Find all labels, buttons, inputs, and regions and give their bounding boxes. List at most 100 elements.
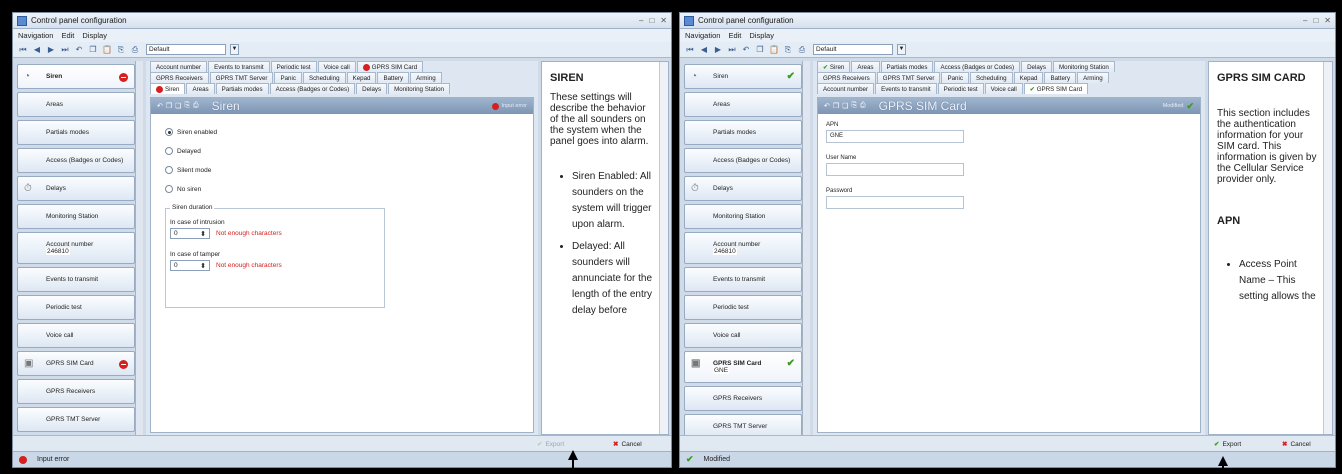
close-icon[interactable]: ✕	[1324, 16, 1331, 25]
import-icon[interactable]: ⎘	[116, 45, 126, 55]
cancel-button[interactable]: ✖ Cancel	[1278, 438, 1315, 450]
paste-icon[interactable]: 📋	[769, 45, 779, 55]
sidebar-item-delays[interactable]: ⏱ Delays	[17, 176, 135, 201]
menu-edit[interactable]: Edit	[728, 31, 741, 40]
menu-navigation[interactable]: Navigation	[18, 31, 53, 40]
sidebar-item-areas[interactable]: Areas	[17, 92, 135, 117]
intrusion-stepper[interactable]: 0 ⬍	[170, 228, 210, 239]
sidebar-item-events[interactable]: Events to transmit	[17, 267, 135, 292]
last-icon[interactable]: ⏭	[727, 45, 737, 55]
export-button[interactable]: ✔ Export	[1210, 438, 1245, 450]
sidebar-item-gprs-receivers[interactable]: GPRS Receivers	[17, 379, 135, 404]
sidebar-item-monitoring-station[interactable]: Monitoring Station	[17, 204, 135, 229]
tab-monitoring-station[interactable]: Monitoring Station	[1053, 61, 1115, 72]
tab-panic[interactable]: Panic	[274, 72, 302, 83]
tab-arming[interactable]: Arming	[410, 72, 442, 83]
spinner-icon[interactable]: ⬍	[200, 262, 206, 270]
password-input[interactable]	[826, 196, 964, 209]
tab-gprs-tmt[interactable]: GPRS TMT Server	[209, 72, 274, 83]
close-icon[interactable]: ✕	[660, 16, 667, 25]
tab-periodic-test[interactable]: Periodic test	[937, 83, 984, 94]
paste-icon[interactable]: ❏	[842, 102, 848, 110]
tab-arming[interactable]: Arming	[1077, 72, 1109, 83]
undo-icon[interactable]: ↶	[741, 45, 751, 55]
sidebar-item-voice-call[interactable]: Voice call	[17, 323, 135, 348]
maximize-icon[interactable]: □	[649, 16, 654, 25]
tab-siren[interactable]: ✔ Siren	[817, 61, 851, 72]
paste-icon[interactable]: ❏	[175, 102, 181, 110]
sidebar-item-siren[interactable]: ◔ Siren ✔	[684, 64, 802, 89]
tab-partials-modes[interactable]: Partials modes	[215, 83, 269, 94]
tab-partials-modes[interactable]: Partials modes	[880, 61, 934, 72]
undo-icon[interactable]: ↶	[157, 102, 163, 110]
tab-battery[interactable]: Battery	[377, 72, 410, 83]
tab-kepad[interactable]: Kepad	[346, 72, 377, 83]
profile-select[interactable]: Default	[146, 44, 226, 55]
tab-areas[interactable]: Areas	[851, 61, 880, 72]
undo-icon[interactable]: ↶	[824, 102, 830, 110]
radio-silent-mode[interactable]: Silent mode	[165, 166, 217, 174]
sidebar-scrollbar[interactable]	[802, 61, 810, 435]
tab-battery[interactable]: Battery	[1044, 72, 1077, 83]
tab-account-number[interactable]: Account number	[817, 83, 875, 94]
tab-gprs-sim[interactable]: GPRS SIM Card	[356, 61, 424, 72]
sidebar-item-gprs-receivers[interactable]: GPRS Receivers	[684, 386, 802, 411]
sidebar-item-account-number[interactable]: Account number 246810	[17, 232, 135, 264]
user-name-input[interactable]	[826, 163, 964, 176]
help-scrollbar[interactable]	[1323, 62, 1332, 434]
paste-icon[interactable]: 📋	[102, 45, 112, 55]
sidebar-item-monitoring-station[interactable]: Monitoring Station	[684, 204, 802, 229]
sidebar-item-account-number[interactable]: Account number 246810	[684, 232, 802, 264]
tab-panic[interactable]: Panic	[941, 72, 969, 83]
sidebar-item-access[interactable]: Access (Badges or Codes)	[17, 148, 135, 173]
sidebar-item-areas[interactable]: Areas	[684, 92, 802, 117]
minimize-icon[interactable]: –	[1303, 16, 1307, 25]
last-icon[interactable]: ⏭	[60, 45, 70, 55]
tamper-stepper[interactable]: 0 ⬍	[170, 260, 210, 271]
radio-siren-enabled[interactable]: Siren enabled	[165, 128, 217, 136]
tab-gprs-receivers[interactable]: GPRS Receivers	[817, 72, 876, 83]
menu-edit[interactable]: Edit	[61, 31, 74, 40]
chevron-down-icon[interactable]: ▼	[897, 44, 906, 55]
first-icon[interactable]: ⏮	[685, 45, 695, 55]
spinner-icon[interactable]: ⬍	[200, 230, 206, 238]
tab-delays[interactable]: Delays	[1021, 61, 1052, 72]
import-icon[interactable]: ⎘	[783, 45, 793, 55]
radio-delayed[interactable]: Delayed	[165, 147, 217, 155]
sidebar-item-gprs-tmt[interactable]: GPRS TMT Server	[684, 414, 802, 435]
cancel-button[interactable]: ✖ Cancel	[609, 438, 646, 450]
first-icon[interactable]: ⏮	[18, 45, 28, 55]
tab-periodic-test[interactable]: Periodic test	[270, 61, 317, 72]
sidebar-item-events[interactable]: Events to transmit	[684, 267, 802, 292]
tab-kepad[interactable]: Kepad	[1013, 72, 1044, 83]
export-icon[interactable]: ⎙	[860, 102, 866, 110]
next-icon[interactable]: ▶	[713, 45, 723, 55]
menu-navigation[interactable]: Navigation	[685, 31, 720, 40]
undo-icon[interactable]: ↶	[74, 45, 84, 55]
menu-display[interactable]: Display	[749, 31, 774, 40]
tab-delays[interactable]: Delays	[356, 83, 388, 94]
radio-no-siren[interactable]: No siren	[165, 185, 217, 193]
copy-icon[interactable]: ❐	[166, 102, 172, 110]
minimize-icon[interactable]: –	[639, 16, 643, 25]
tab-voice-call[interactable]: Voice call	[984, 83, 1023, 94]
export-button[interactable]: ✔ Export	[533, 438, 568, 450]
copy-icon[interactable]: ❐	[755, 45, 765, 55]
tab-access[interactable]: Access (Badges or Codes)	[934, 61, 1021, 72]
sidebar-item-partials-modes[interactable]: Partials modes	[17, 120, 135, 145]
sidebar-item-siren[interactable]: ◔ Siren	[17, 64, 135, 89]
export-icon[interactable]: ⎙	[797, 45, 807, 55]
tab-siren[interactable]: Siren	[150, 83, 186, 94]
sidebar-item-periodic-test[interactable]: Periodic test	[17, 295, 135, 320]
sidebar-item-gprs-sim[interactable]: ▣ GPRS SIM Card	[17, 351, 135, 376]
export-icon[interactable]: ⎙	[130, 45, 140, 55]
tab-gprs-receivers[interactable]: GPRS Receivers	[150, 72, 209, 83]
sidebar-scrollbar[interactable]	[135, 61, 143, 435]
maximize-icon[interactable]: □	[1313, 16, 1318, 25]
prev-icon[interactable]: ◀	[699, 45, 709, 55]
prev-icon[interactable]: ◀	[32, 45, 42, 55]
tab-access[interactable]: Access (Badges or Codes)	[269, 83, 356, 94]
sidebar-item-periodic-test[interactable]: Periodic test	[684, 295, 802, 320]
tab-monitoring-station[interactable]: Monitoring Station	[388, 83, 450, 94]
sidebar-item-access[interactable]: Access (Badges or Codes)	[684, 148, 802, 173]
